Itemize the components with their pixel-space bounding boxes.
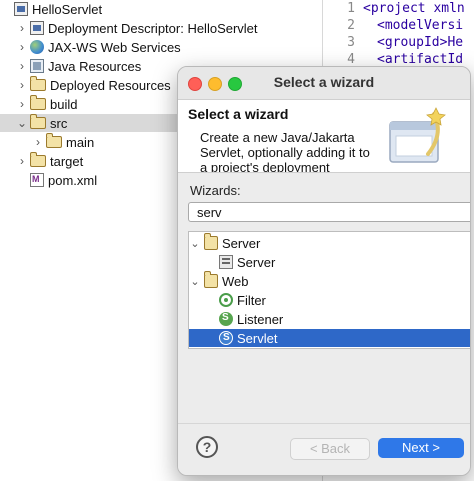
editor-line[interactable]: 1 <project xmln [323, 0, 465, 17]
wizard-item-servlet[interactable]: Servlet [189, 329, 470, 347]
line-code: <modelVersi [377, 18, 464, 33]
line-code: <project xmln [363, 1, 465, 16]
folder-icon [30, 95, 46, 110]
expand-arrow-icon[interactable]: › [32, 135, 44, 149]
collapse-arrow-icon[interactable]: ⌄ [189, 275, 201, 288]
web-services-icon [30, 40, 44, 54]
expand-arrow-icon[interactable]: › [16, 59, 28, 73]
editor-line[interactable]: 3 <groupId>He [323, 34, 463, 51]
line-number: 3 [347, 35, 355, 50]
explorer-item-label: src [50, 115, 68, 131]
expand-arrow-icon[interactable]: › [16, 154, 28, 168]
folder-icon [30, 152, 46, 167]
wizard-item-listener[interactable]: Listener [189, 310, 470, 328]
banner-description: Create a new Java/Jakarta Servlet, optio… [200, 130, 370, 173]
wizard-banner-icon [389, 107, 446, 163]
servlet-wizard-icon [219, 331, 233, 345]
explorer-item-label: main [66, 134, 95, 150]
wizards-label: Wizards: [190, 183, 241, 198]
line-number: 4 [347, 52, 355, 67]
wizard-category-web[interactable]: ⌄ Web [189, 271, 470, 290]
explorer-item-label: HelloServlet [32, 1, 103, 17]
server-wizard-icon [219, 255, 233, 269]
expand-arrow-icon[interactable]: › [16, 78, 28, 92]
folder-open-icon [204, 233, 218, 250]
dialog-footer: ? < Back Next > [178, 423, 470, 475]
explorer-item-label: Deployment Descriptor: HelloServlet [48, 20, 258, 36]
explorer-item-label: pom.xml [48, 172, 98, 188]
line-number: 1 [347, 1, 355, 16]
maven-file-icon [30, 173, 44, 187]
expand-arrow-icon[interactable]: › [16, 40, 28, 54]
wizard-banner: Select a wizard Create a new Java/Jakart… [178, 100, 470, 173]
wizard-tree-label: Filter [237, 292, 266, 308]
collapse-arrow-icon[interactable]: ⌄ [189, 237, 201, 250]
next-button[interactable]: Next > [378, 438, 464, 458]
explorer-item-deployment-descriptor[interactable]: › Deployment Descriptor: HelloServlet [0, 19, 338, 37]
explorer-item-label: Deployed Resources [50, 77, 171, 93]
wizard-category-server[interactable]: ⌄ Server [189, 233, 470, 252]
dialog-title: Select a wizard [273, 74, 375, 90]
wizard-item-filter[interactable]: Filter [189, 291, 470, 309]
deployment-descriptor-icon [30, 21, 44, 35]
select-wizard-dialog: Select a wizard Select a wizard Create a… [177, 66, 471, 476]
explorer-item-jax-ws[interactable]: › JAX-WS Web Services [0, 38, 338, 56]
back-button[interactable]: < Back [290, 438, 370, 460]
wizard-tree-label: Servlet [237, 330, 278, 346]
collapse-arrow-icon[interactable]: ⌄ [16, 116, 28, 130]
expand-arrow-icon[interactable]: › [16, 97, 28, 111]
deployed-resources-icon [30, 76, 46, 91]
dialog-titlebar[interactable]: Select a wizard [178, 67, 470, 100]
folder-open-icon [204, 271, 218, 288]
explorer-item-label: Java Resources [48, 58, 142, 74]
wizard-tree[interactable]: ⌄ Server Server ⌄ Web Filter Listener Se… [188, 231, 470, 349]
explorer-item-label: build [50, 96, 78, 112]
explorer-item-label: JAX-WS Web Services [48, 39, 181, 55]
wizard-tree-label: Web [222, 273, 249, 289]
listener-wizard-icon [219, 312, 233, 326]
wizard-item-server[interactable]: Server [189, 253, 470, 271]
project-icon [14, 2, 28, 16]
filter-wizard-icon [219, 293, 233, 307]
folder-open-icon [30, 114, 46, 129]
explorer-item-helloservlet[interactable]: HelloServlet [0, 0, 322, 18]
editor-line[interactable]: 2 <modelVersi [323, 17, 463, 34]
explorer-item-label: target [50, 153, 84, 169]
help-button[interactable]: ? [196, 436, 218, 458]
expand-arrow-icon[interactable]: › [16, 21, 28, 35]
wizard-tree-label: Server [222, 235, 261, 251]
wizard-tree-label: Listener [237, 311, 284, 327]
banner-title: Select a wizard [188, 106, 289, 122]
wizard-filter-input[interactable] [188, 202, 470, 222]
java-resources-icon [30, 59, 44, 73]
line-code: <groupId>He [377, 35, 464, 50]
line-number: 2 [347, 18, 355, 33]
folder-icon [46, 133, 62, 148]
wizard-tree-label: Server [237, 254, 276, 270]
line-code: <artifactId [377, 52, 464, 67]
